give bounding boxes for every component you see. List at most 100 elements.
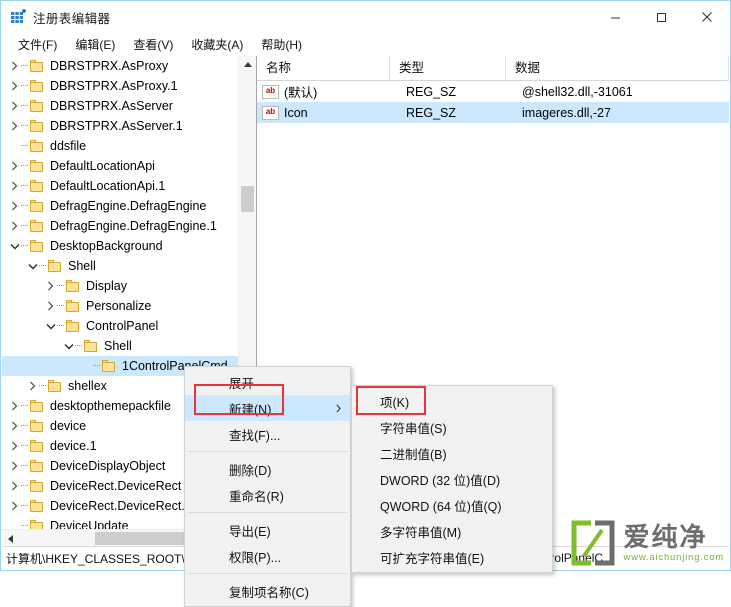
folder-icon (30, 479, 45, 493)
tree-connector (39, 256, 48, 276)
tree-item[interactable]: DBRSTPRX.AsServer (2, 96, 239, 116)
tree-item[interactable]: Shell (2, 336, 239, 356)
tree-item-label: Shell (104, 339, 132, 353)
tree-connector (21, 416, 30, 436)
submenu-item-label: QWORD (64 位)值(Q) (380, 499, 502, 514)
value-type: REG_SZ (406, 105, 457, 120)
chevron-right-icon[interactable] (26, 376, 39, 396)
submenu-item[interactable]: 二进制值(B) (352, 440, 552, 466)
values-list[interactable]: ab (默认) REG_SZ @shell32.dll,-31061 ab Icon REG… (257, 81, 729, 123)
value-row[interactable]: ab (默认) REG_SZ @shell32.dll,-31061 (257, 81, 729, 102)
values-header-row: 名称 类型 数据 (257, 56, 729, 81)
tree-item[interactable]: DBRSTPRX.AsProxy (2, 56, 239, 76)
tree-item[interactable]: Shell (2, 256, 239, 276)
chevron-right-icon[interactable] (8, 116, 21, 136)
tree-item-label: DBRSTPRX.AsProxy.1 (50, 79, 178, 93)
chevron-down-icon[interactable] (62, 336, 75, 356)
chevron-right-icon[interactable] (8, 176, 21, 196)
submenu-item[interactable]: 多字符串值(M) (352, 518, 552, 544)
window-controls (592, 1, 730, 33)
submenu-item[interactable]: 字符串值(S) (352, 414, 552, 440)
chevron-right-icon[interactable] (44, 296, 57, 316)
tree-leaf-spacer (8, 136, 21, 156)
tree-item[interactable]: DBRSTPRX.AsServer.1 (2, 116, 239, 136)
chevron-down-icon[interactable] (8, 236, 21, 256)
submenu-item[interactable]: QWORD (64 位)值(Q) (352, 492, 552, 518)
chevron-right-icon[interactable] (8, 216, 21, 236)
submenu-item-label: 可扩充字符串值(E) (380, 551, 485, 566)
tree-item[interactable]: DesktopBackground (2, 236, 239, 256)
context-menu-item[interactable]: 导出(E) (185, 517, 350, 543)
scroll-up-icon[interactable] (239, 56, 256, 73)
tree-connector (75, 336, 84, 356)
tree-connector (21, 116, 30, 136)
column-header-name[interactable]: 名称 (257, 56, 390, 80)
minimize-button[interactable] (592, 1, 638, 33)
column-header-type[interactable]: 类型 (390, 56, 506, 80)
tree-connector (21, 56, 30, 76)
tree-item[interactable]: ddsfile (2, 136, 239, 156)
chevron-right-icon[interactable] (8, 76, 21, 96)
tree-item[interactable]: ControlPanel (2, 316, 239, 336)
chevron-right-icon[interactable] (8, 456, 21, 476)
column-header-data[interactable]: 数据 (506, 56, 729, 80)
folder-icon (30, 239, 45, 253)
tree-connector (21, 156, 30, 176)
chevron-right-icon[interactable] (8, 496, 21, 516)
menu-separator (187, 451, 348, 452)
chevron-right-icon[interactable] (8, 416, 21, 436)
tree-vscroll-thumb[interactable] (241, 186, 254, 212)
chevron-right-icon[interactable] (8, 96, 21, 116)
submenu-item[interactable]: 项(K) (352, 388, 552, 414)
context-menu-item[interactable]: 查找(F)... (185, 421, 350, 447)
context-menu-item[interactable]: 权限(P)... (185, 543, 350, 569)
tree-item-label: DBRSTPRX.AsProxy (50, 59, 169, 73)
chevron-right-icon[interactable] (8, 56, 21, 76)
chevron-down-icon[interactable] (44, 316, 57, 336)
menu-view[interactable]: 查看(V) (124, 34, 182, 55)
close-button[interactable] (684, 1, 730, 33)
menu-edit[interactable]: 编辑(E) (66, 34, 124, 55)
submenu-item-label: 字符串值(S) (380, 421, 447, 436)
tree-connector (21, 496, 30, 516)
value-row[interactable]: ab Icon REG_SZ imageres.dll,-27 (257, 102, 729, 123)
context-menu-item[interactable]: 新建(N) (185, 395, 350, 421)
tree-connector (39, 376, 48, 396)
tree-item[interactable]: DefragEngine.DefragEngine (2, 196, 239, 216)
chevron-right-icon[interactable] (44, 276, 57, 296)
new-submenu[interactable]: 项(K) 字符串值(S) 二进制值(B) DWORD (32 位)值(D) QWORD … (351, 385, 553, 573)
tree-item[interactable]: DBRSTPRX.AsProxy.1 (2, 76, 239, 96)
watermark: 爱纯净 www.aichunjing.com (570, 520, 724, 566)
chevron-right-icon[interactable] (8, 476, 21, 496)
menu-file[interactable]: 文件(F) (9, 34, 66, 55)
tree-item-label: shellex (68, 379, 107, 393)
context-menu-item-label: 重命名(R) (229, 489, 284, 504)
scroll-left-icon[interactable] (2, 530, 19, 547)
value-data: imageres.dll,-27 (522, 105, 611, 120)
submenu-item[interactable]: DWORD (32 位)值(D) (352, 466, 552, 492)
chevron-down-icon[interactable] (26, 256, 39, 276)
chevron-right-icon[interactable] (8, 396, 21, 416)
tree-item[interactable]: DefragEngine.DefragEngine.1 (2, 216, 239, 236)
chevron-right-icon[interactable] (8, 436, 21, 456)
value-type: REG_SZ (406, 84, 457, 99)
tree-item[interactable]: DefaultLocationApi (2, 156, 239, 176)
menu-bar: 文件(F) 编辑(E) 查看(V) 收藏夹(A) 帮助(H) (1, 33, 730, 55)
maximize-button[interactable] (638, 1, 684, 33)
tree-item[interactable]: Display (2, 276, 239, 296)
tree-connector (21, 196, 30, 216)
context-menu-item[interactable]: 复制项名称(C) (185, 578, 350, 604)
context-menu-item[interactable]: 展开 (185, 369, 350, 395)
tree-item[interactable]: DefaultLocationApi.1 (2, 176, 239, 196)
folder-icon (30, 179, 45, 193)
context-menu-item[interactable]: 删除(D) (185, 456, 350, 482)
chevron-right-icon[interactable] (8, 196, 21, 216)
menu-help[interactable]: 帮助(H) (252, 34, 311, 55)
context-menu-item[interactable]: 重命名(R) (185, 482, 350, 508)
chevron-right-icon[interactable] (8, 156, 21, 176)
submenu-item[interactable]: 可扩充字符串值(E) (352, 544, 552, 570)
menu-favorites[interactable]: 收藏夹(A) (182, 34, 252, 55)
folder-icon (30, 199, 45, 213)
tree-item[interactable]: Personalize (2, 296, 239, 316)
watermark-url: www.aichunjing.com (623, 551, 724, 563)
